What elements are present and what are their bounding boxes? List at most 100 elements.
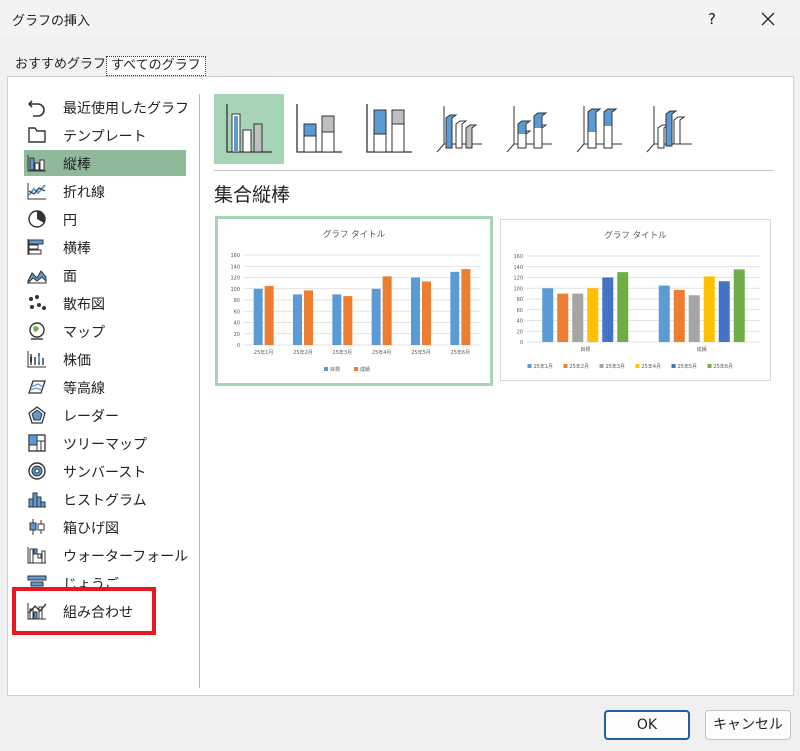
- legend-label: 25年6月: [714, 363, 734, 370]
- bar-4-1: [718, 281, 730, 342]
- bar-0-2: [332, 294, 342, 345]
- chart-preview-2[interactable]: グラフ タイトル 0 20 40 60 80 100 120 140 160 目標 成績 25年1月 25…: [500, 219, 771, 381]
- subtype-clustered-column[interactable]: [214, 94, 284, 164]
- category-label: サンバースト: [63, 465, 147, 481]
- y-tick-label: 40: [517, 319, 523, 325]
- y-tick-label: 60: [234, 309, 240, 315]
- percent-stacked-column-icon: [366, 104, 412, 153]
- bar-1-2: [343, 296, 353, 345]
- category-label: 箱ひげ図: [63, 521, 119, 537]
- y-tick-label: 160: [513, 254, 523, 260]
- category-template[interactable]: テンプレート: [24, 122, 186, 148]
- x-tick-label: 25年3月: [333, 349, 353, 356]
- area-chart-icon: [26, 270, 47, 284]
- chart-preview-1[interactable]: グラフ タイトル 0 20 40 60 80 100 120 140 160 25年1月 25年2月 2…: [215, 216, 493, 386]
- category-area[interactable]: 面: [24, 262, 186, 288]
- close-button[interactable]: [748, 4, 788, 34]
- scatter-chart-icon: [29, 295, 46, 310]
- category-label: 横棒: [63, 241, 91, 257]
- help-button[interactable]: ?: [692, 4, 732, 34]
- chart-preview-2-svg: グラフ タイトル 0 20 40 60 80 100 120 140 160 目標 成績 25年1月 25…: [513, 230, 760, 370]
- category-label: 縦棒: [63, 157, 91, 173]
- tab-recommended-charts[interactable]: おすすめグラフ: [13, 56, 108, 76]
- category-label: 最近使用したグラフ: [63, 101, 189, 117]
- subtype-3d-clustered-column[interactable]: [424, 94, 494, 164]
- cancel-button[interactable]: キャンセル: [705, 710, 791, 740]
- bar-0-3: [371, 288, 381, 345]
- legend-swatch: [599, 364, 604, 368]
- category-stock[interactable]: 株価: [24, 346, 186, 372]
- box-whisker-chart-icon: [29, 519, 45, 535]
- radar-chart-icon: [28, 406, 46, 424]
- category-label: テンプレート: [63, 129, 147, 145]
- category-pie[interactable]: 円: [24, 206, 186, 232]
- 3d-column-icon: [646, 106, 692, 153]
- legend-swatch: [527, 364, 532, 368]
- tab-all-charts[interactable]: すべてのグラフ: [106, 56, 206, 76]
- category-scatter[interactable]: 散布図: [24, 290, 186, 316]
- chart-preview-area: [214, 94, 780, 688]
- stacked-column-icon: [296, 104, 342, 153]
- y-tick-label: 100: [513, 286, 523, 292]
- category-treemap[interactable]: ツリーマップ: [24, 430, 186, 456]
- category-label: 折れ線: [63, 185, 105, 201]
- legend-swatch: [563, 364, 568, 368]
- legend-swatch: [354, 367, 358, 371]
- column-chart-icon: [27, 155, 46, 172]
- legend-swatch: [324, 367, 328, 371]
- subtype-3d-column[interactable]: [634, 94, 704, 164]
- y-tick-label: 140: [230, 264, 240, 270]
- 3d-clustered-column-icon: [436, 106, 482, 153]
- ok-button[interactable]: OK: [604, 710, 690, 740]
- category-radar[interactable]: レーダー: [24, 402, 186, 428]
- close-icon: [761, 12, 775, 26]
- bar-chart-icon: [27, 239, 44, 255]
- subtype-stacked-column[interactable]: [284, 94, 354, 164]
- category-surface[interactable]: 等高線: [24, 374, 186, 400]
- bar-1-0: [264, 285, 274, 345]
- category-recent[interactable]: 最近使用したグラフ: [24, 94, 189, 120]
- legend-swatch: [635, 364, 640, 368]
- sunburst-chart-icon: [28, 462, 46, 480]
- category-label: ウォーターフォール: [63, 549, 189, 565]
- x-tick-label: 目標: [580, 346, 590, 353]
- legend-label: 25年3月: [606, 363, 626, 370]
- y-tick-label: 120: [230, 276, 240, 282]
- x-tick-label: 25年5月: [411, 349, 431, 356]
- y-tick-label: 80: [234, 298, 240, 304]
- category-bar[interactable]: 横棒: [24, 234, 186, 260]
- category-line[interactable]: 折れ線: [24, 178, 186, 204]
- legend-swatch: [671, 364, 676, 368]
- subtype-100-stacked-column[interactable]: [354, 94, 424, 164]
- legend-label: 成績: [360, 366, 370, 373]
- surface-chart-icon: [28, 380, 46, 394]
- legend-label: 25年4月: [642, 363, 662, 370]
- y-tick-label: 40: [234, 321, 240, 327]
- bar-3-1: [703, 276, 715, 342]
- template-folder-icon: [28, 127, 46, 143]
- line-chart-icon: [27, 183, 46, 200]
- 3d-percent-stacked-column-icon: [576, 106, 622, 153]
- y-tick-label: 0: [520, 340, 523, 346]
- 3d-stacked-column-icon: [506, 106, 552, 153]
- category-column[interactable]: 縦棒: [24, 150, 186, 176]
- category-map[interactable]: マップ: [24, 318, 186, 344]
- subtype-3d-100-stacked-column[interactable]: [564, 94, 634, 164]
- category-label: マップ: [63, 325, 105, 341]
- bar-2-0: [572, 293, 584, 342]
- bar-0-0: [542, 288, 554, 342]
- category-sunburst[interactable]: サンバースト: [24, 458, 186, 484]
- subtype-3d-stacked-column[interactable]: [494, 94, 564, 164]
- category-waterfall[interactable]: ウォーターフォール: [24, 542, 189, 568]
- bar-5-1: [733, 269, 745, 342]
- category-label: 等高線: [63, 381, 105, 397]
- bar-1-1: [304, 290, 313, 345]
- bar-0-5: [450, 271, 460, 345]
- y-tick-label: 20: [234, 332, 240, 338]
- category-histogram[interactable]: ヒストグラム: [24, 486, 186, 512]
- map-chart-icon: [29, 322, 45, 340]
- y-tick-label: 20: [517, 329, 523, 335]
- bar-1-5: [461, 269, 471, 345]
- category-box-whisker[interactable]: 箱ひげ図: [24, 514, 186, 540]
- treemap-chart-icon: [28, 434, 46, 452]
